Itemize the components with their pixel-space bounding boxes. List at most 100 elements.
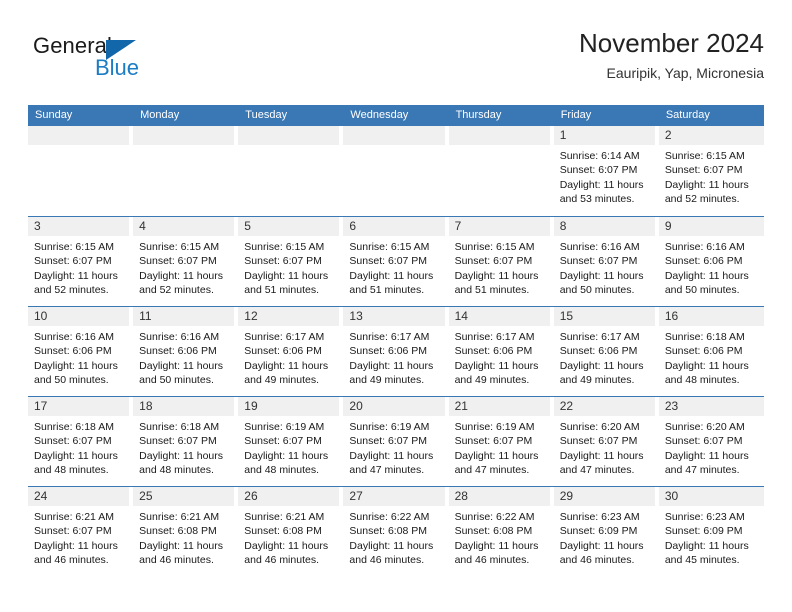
day-cell-8[interactable]: 8 Sunrise: 6:16 AM Sunset: 6:07 PM Daylight… xyxy=(553,217,659,306)
day-event-line: and 52 minutes. xyxy=(34,284,109,297)
day-event-line: Sunset: 6:07 PM xyxy=(559,255,638,268)
day-number-band: 7 xyxy=(448,217,550,236)
day-events: Sunrise: 6:20 AM Sunset: 6:07 PM Daylight:… xyxy=(554,416,659,478)
weekday-header-saturday: Saturday xyxy=(665,109,710,121)
day-cell-empty xyxy=(133,126,239,216)
day-cell-26[interactable]: 26 Sunrise: 6:21 AM Sunset: 6:08 PM Dayligh… xyxy=(238,487,344,576)
general-blue-logo[interactable]: General Blue xyxy=(33,33,173,89)
day-number-band: 9 xyxy=(658,217,764,236)
day-events xyxy=(28,145,133,149)
day-event-line: and 49 minutes. xyxy=(454,374,530,387)
day-cell-6[interactable]: 6 Sunrise: 6:15 AM Sunset: 6:07 PM Daylight… xyxy=(343,217,449,306)
day-event-line: Sunset: 6:07 PM xyxy=(349,255,428,268)
day-cell-23[interactable]: 23 Sunrise: 6:20 AM Sunset: 6:07 PM Dayligh… xyxy=(658,397,764,486)
day-event-line: and 53 minutes. xyxy=(559,193,635,206)
day-cell-14[interactable]: 14 Sunrise: 6:17 AM Sunset: 6:06 PM Dayligh… xyxy=(448,307,554,396)
day-events: Sunrise: 6:16 AM Sunset: 6:06 PM Daylight:… xyxy=(659,236,764,298)
day-cell-21[interactable]: 21 Sunrise: 6:19 AM Sunset: 6:07 PM Dayligh… xyxy=(448,397,554,486)
day-number-band: 20 xyxy=(343,397,445,416)
weekday-header-tuesday: Tuesday xyxy=(245,109,288,121)
day-event-line: Sunrise: 6:18 AM xyxy=(139,421,220,433)
day-event-line: and 50 minutes. xyxy=(559,284,635,297)
day-event-line: Sunrise: 6:23 AM xyxy=(664,511,745,523)
calendar-weeks: 1 Sunrise: 6:14 AM Sunset: 6:07 PM Daylight… xyxy=(28,126,764,576)
day-number: 10 xyxy=(34,309,48,323)
day-number-band: 22 xyxy=(553,397,655,416)
day-event-line: Daylight: 11 hours xyxy=(664,359,749,372)
day-events xyxy=(133,145,238,149)
day-event-line: Sunrise: 6:17 AM xyxy=(559,331,640,343)
day-cell-10[interactable]: 10 Sunrise: 6:16 AM Sunset: 6:06 PM Dayligh… xyxy=(28,307,134,396)
day-number: 22 xyxy=(559,399,574,413)
weekday-header-thursday: Thursday xyxy=(455,109,502,121)
day-cell-20[interactable]: 20 Sunrise: 6:19 AM Sunset: 6:07 PM Dayligh… xyxy=(343,397,449,486)
day-events: Sunrise: 6:14 AM Sunset: 6:07 PM Daylight:… xyxy=(554,145,659,207)
day-event-line: Sunset: 6:07 PM xyxy=(559,164,638,177)
day-cell-29[interactable]: 29 Sunrise: 6:23 AM Sunset: 6:09 PM Dayligh… xyxy=(553,487,659,576)
day-events: Sunrise: 6:23 AM Sunset: 6:09 PM Daylight:… xyxy=(554,506,659,568)
day-events: Sunrise: 6:19 AM Sunset: 6:07 PM Daylight:… xyxy=(238,416,343,478)
day-cell-15[interactable]: 15 Sunrise: 6:17 AM Sunset: 6:06 PM Dayligh… xyxy=(553,307,659,396)
day-cell-13[interactable]: 13 Sunrise: 6:17 AM Sunset: 6:06 PM Dayligh… xyxy=(343,307,449,396)
day-cell-25[interactable]: 25 Sunrise: 6:21 AM Sunset: 6:08 PM Dayligh… xyxy=(133,487,239,576)
day-number-band: 17 xyxy=(28,397,130,416)
day-event-line: Daylight: 11 hours xyxy=(559,269,644,282)
day-event-line: and 45 minutes. xyxy=(664,554,740,567)
day-cell-11[interactable]: 11 Sunrise: 6:16 AM Sunset: 6:06 PM Dayligh… xyxy=(133,307,239,396)
day-number-band xyxy=(448,126,550,145)
day-event-line: and 48 minutes. xyxy=(664,374,740,387)
day-event-line: Sunset: 6:06 PM xyxy=(664,345,743,358)
day-cell-2[interactable]: 2 Sunrise: 6:15 AM Sunset: 6:07 PM Daylight… xyxy=(658,126,764,216)
day-number: 27 xyxy=(349,489,363,503)
day-number-band: 21 xyxy=(448,397,550,416)
day-cell-1[interactable]: 1 Sunrise: 6:14 AM Sunset: 6:07 PM Daylight… xyxy=(553,126,659,216)
day-cell-19[interactable]: 19 Sunrise: 6:19 AM Sunset: 6:07 PM Dayligh… xyxy=(238,397,344,486)
day-cell-30[interactable]: 30 Sunrise: 6:23 AM Sunset: 6:09 PM Dayligh… xyxy=(658,487,764,576)
day-cell-12[interactable]: 12 Sunrise: 6:17 AM Sunset: 6:06 PM Dayligh… xyxy=(238,307,344,396)
day-cell-7[interactable]: 7 Sunrise: 6:15 AM Sunset: 6:07 PM Daylight… xyxy=(448,217,554,306)
day-cell-17[interactable]: 17 Sunrise: 6:18 AM Sunset: 6:07 PM Dayligh… xyxy=(28,397,134,486)
day-number-band: 3 xyxy=(28,217,130,236)
day-cell-18[interactable]: 18 Sunrise: 6:18 AM Sunset: 6:07 PM Dayligh… xyxy=(133,397,239,486)
day-event-line: Sunrise: 6:16 AM xyxy=(559,241,640,253)
day-number: 12 xyxy=(244,309,258,323)
day-events: Sunrise: 6:22 AM Sunset: 6:08 PM Daylight:… xyxy=(449,506,554,568)
day-number: 6 xyxy=(349,219,357,233)
day-events: Sunrise: 6:20 AM Sunset: 6:07 PM Daylight:… xyxy=(659,416,764,478)
day-cell-9[interactable]: 9 Sunrise: 6:16 AM Sunset: 6:06 PM Daylight… xyxy=(658,217,764,306)
day-cell-28[interactable]: 28 Sunrise: 6:22 AM Sunset: 6:08 PM Dayligh… xyxy=(448,487,554,576)
day-event-line: and 48 minutes. xyxy=(244,464,319,477)
day-number: 9 xyxy=(664,219,672,233)
day-event-line: Sunrise: 6:18 AM xyxy=(664,331,745,343)
day-cell-24[interactable]: 24 Sunrise: 6:21 AM Sunset: 6:07 PM Dayligh… xyxy=(28,487,134,576)
day-events: Sunrise: 6:15 AM Sunset: 6:07 PM Daylight:… xyxy=(133,236,238,298)
day-event-line: and 52 minutes. xyxy=(664,193,740,206)
day-number-band: 29 xyxy=(553,487,655,506)
day-number-band: 6 xyxy=(343,217,445,236)
day-cell-22[interactable]: 22 Sunrise: 6:20 AM Sunset: 6:07 PM Dayligh… xyxy=(553,397,659,486)
day-cell-5[interactable]: 5 Sunrise: 6:15 AM Sunset: 6:07 PM Daylight… xyxy=(238,217,344,306)
day-cell-3[interactable]: 3 Sunrise: 6:15 AM Sunset: 6:07 PM Daylight… xyxy=(28,217,134,306)
day-event-line: Sunset: 6:06 PM xyxy=(559,345,638,358)
day-cell-16[interactable]: 16 Sunrise: 6:18 AM Sunset: 6:06 PM Dayligh… xyxy=(658,307,764,396)
day-cell-4[interactable]: 4 Sunrise: 6:15 AM Sunset: 6:07 PM Daylight… xyxy=(133,217,239,306)
calendar-week-row: 1 Sunrise: 6:14 AM Sunset: 6:07 PM Daylight… xyxy=(28,126,764,216)
day-number: 25 xyxy=(139,489,153,503)
day-cell-27[interactable]: 27 Sunrise: 6:22 AM Sunset: 6:08 PM Dayligh… xyxy=(343,487,449,576)
day-event-line: Sunset: 6:09 PM xyxy=(664,525,743,538)
day-event-line: Sunrise: 6:16 AM xyxy=(664,241,745,253)
day-event-line: Sunrise: 6:22 AM xyxy=(454,511,535,523)
day-events: Sunrise: 6:15 AM Sunset: 6:07 PM Daylight:… xyxy=(659,145,764,207)
day-number-band: 30 xyxy=(658,487,764,506)
day-event-line: Sunrise: 6:15 AM xyxy=(34,241,114,253)
weekday-header-friday: Friday xyxy=(560,109,592,121)
day-events: Sunrise: 6:18 AM Sunset: 6:07 PM Daylight:… xyxy=(133,416,238,478)
day-event-line: and 46 minutes. xyxy=(34,554,109,567)
day-cell-empty xyxy=(28,126,134,216)
day-event-line: and 48 minutes. xyxy=(34,464,109,477)
day-event-line: Sunrise: 6:18 AM xyxy=(34,421,114,433)
day-number: 26 xyxy=(244,489,258,503)
day-event-line: Sunset: 6:07 PM xyxy=(664,164,743,177)
day-number: 28 xyxy=(454,489,468,503)
day-event-line: Daylight: 11 hours xyxy=(454,359,539,372)
